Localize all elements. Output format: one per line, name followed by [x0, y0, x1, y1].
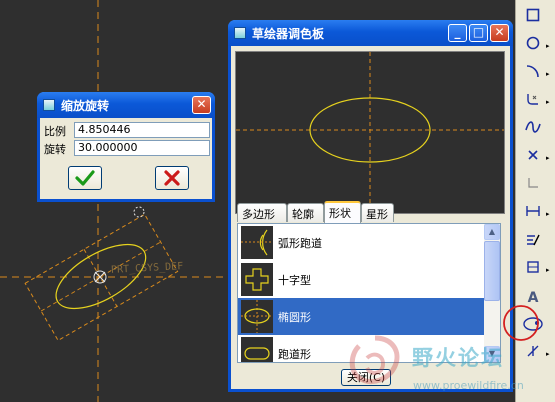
scroll-up-icon[interactable]: ▲ [484, 224, 500, 240]
flyout-arrow-icon[interactable]: ▸ [546, 260, 554, 280]
flyout-arrow-icon[interactable]: ▸ [546, 64, 554, 84]
tab-polygon[interactable]: 多边形 [237, 203, 287, 222]
flyout-arrow-icon[interactable]: ▸ [546, 204, 554, 224]
cancel-button[interactable] [155, 166, 189, 190]
tab-shape[interactable]: 形状 [324, 201, 361, 223]
shape-preview [235, 51, 505, 214]
watermark-logo [349, 335, 400, 384]
close-icon[interactable]: ✕ [490, 24, 509, 42]
tab-profile[interactable]: 轮廓 [287, 203, 324, 222]
scale-rotate-title: 缩放旋转 [61, 99, 110, 113]
constraint-icon[interactable] [521, 260, 545, 280]
close-icon[interactable]: ✕ [192, 96, 211, 114]
list-item-label: 十字型 [278, 274, 311, 287]
watermark-title: 野火论坛 [412, 346, 504, 370]
fillet-icon[interactable] [521, 92, 545, 112]
x-icon [164, 170, 180, 186]
scroll-thumb[interactable] [484, 241, 500, 301]
palette-titlebar[interactable]: 草绘器调色板 _ □ ✕ [228, 20, 513, 46]
ellipse-shape-icon [241, 300, 273, 333]
list-item-label: 弧形跑道 [278, 237, 322, 250]
checkmark-icon [75, 170, 95, 186]
watermark-url: www.proewildfire.cn [413, 379, 524, 392]
tab-star[interactable]: 星形 [361, 203, 394, 222]
flyout-arrow-icon[interactable]: ▸ [546, 36, 554, 56]
dimension-icon[interactable] [521, 204, 545, 224]
maximize-icon[interactable]: □ [469, 24, 488, 42]
minimize-icon[interactable]: _ [448, 24, 467, 42]
rotate-input[interactable]: 30.000000 [74, 140, 210, 156]
cross-shape-icon [241, 263, 273, 296]
list-item-label: 椭圆形 [278, 311, 311, 324]
spline-icon[interactable] [521, 120, 545, 140]
modify-icon[interactable] [521, 232, 545, 252]
scale-label: 比例 [44, 125, 66, 138]
watermark: 野火论坛 www.proewildfire.cn [345, 330, 555, 402]
window-icon [43, 99, 55, 111]
scale-input[interactable]: 4.850446 [74, 122, 210, 138]
circle-icon[interactable] [521, 36, 545, 56]
ok-button[interactable] [68, 166, 102, 190]
list-item-label: 跑道形 [278, 348, 311, 361]
arc-track-icon [241, 226, 273, 259]
scale-rotate-titlebar[interactable]: 缩放旋转 ✕ [37, 92, 215, 118]
coordinate-system-icon[interactable] [521, 176, 545, 196]
racetrack-icon [241, 337, 273, 362]
scale-rotate-dialog: 缩放旋转 ✕ 比例 4.850446 旋转 30.000000 [37, 92, 215, 202]
list-item-cross[interactable]: 十字型 [238, 261, 486, 298]
flyout-arrow-icon[interactable]: ▸ [546, 92, 554, 112]
list-item-arc-track[interactable]: 弧形跑道 [238, 224, 486, 261]
rotate-label: 旋转 [44, 143, 66, 156]
window-icon [234, 27, 246, 39]
arc-icon[interactable] [521, 64, 545, 84]
flyout-arrow-icon[interactable]: ▸ [546, 148, 554, 168]
rectangle-icon[interactable] [521, 8, 545, 28]
preview-drawing [236, 52, 504, 213]
palette-title: 草绘器调色板 [252, 27, 325, 41]
point-icon[interactable] [521, 148, 545, 168]
